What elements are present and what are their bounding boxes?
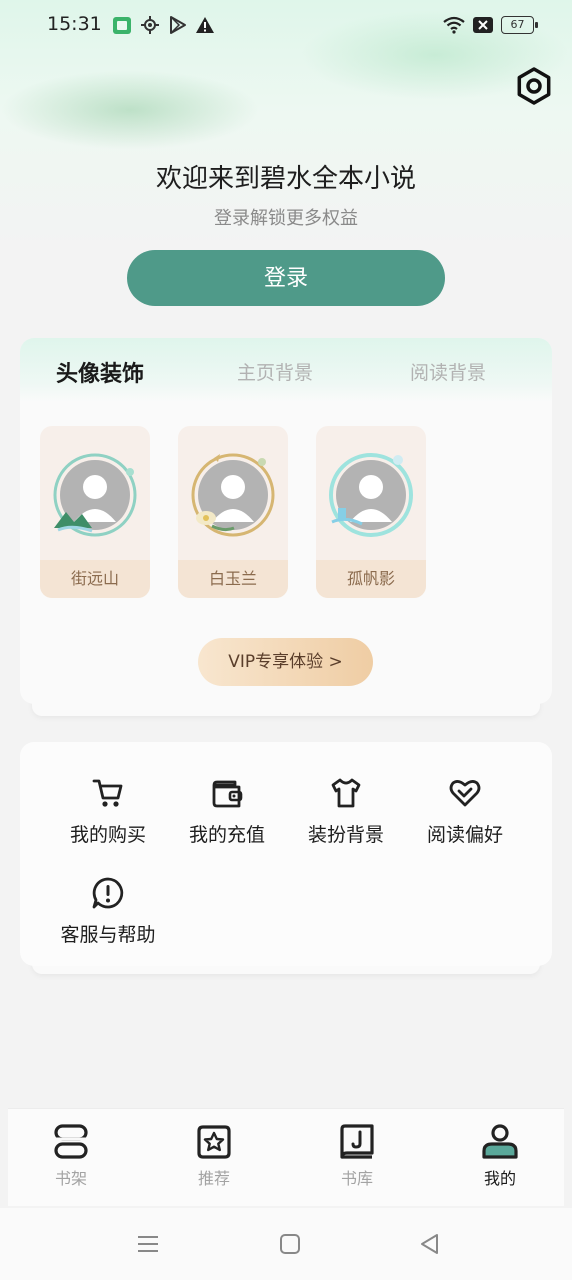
tab-avatar-decoration[interactable]: 头像装饰	[56, 356, 144, 388]
status-bar: 15:31 67	[0, 0, 572, 52]
nav-recommend[interactable]: 推荐	[174, 1123, 254, 1189]
back-icon[interactable]	[418, 1232, 442, 1256]
heart-icon	[449, 780, 481, 807]
avatar-frame-item[interactable]: 街远山	[40, 426, 150, 598]
nav-label: 书架	[54, 1169, 87, 1188]
vip-experience-button[interactable]: VIP专享体验 >	[198, 638, 373, 686]
decorative-blur	[0, 70, 260, 150]
bottom-navigation: 书架 推荐 书库 我的	[8, 1108, 564, 1206]
avatar-frame-item[interactable]: 孤帆影	[316, 426, 426, 598]
shirt-icon	[331, 778, 361, 808]
nav-label: 书库	[340, 1169, 373, 1188]
status-time: 15:31	[47, 13, 102, 35]
avatar-frame-name: 街远山	[40, 560, 150, 598]
nav-bookshelf[interactable]: 书架	[31, 1123, 111, 1189]
sim-off-icon	[473, 17, 493, 33]
menu-dress-up-background[interactable]: 装扮背景	[286, 776, 406, 866]
decoration-tabs: 头像装饰 主页背景 阅读背景	[20, 338, 552, 402]
menu-label: 我的购买	[69, 824, 146, 846]
menu-my-purchases[interactable]: 我的购买	[48, 776, 168, 866]
nav-library[interactable]: 书库	[317, 1123, 397, 1189]
play-store-icon	[170, 16, 186, 34]
location-icon	[141, 16, 159, 34]
person-icon	[482, 1124, 518, 1159]
alert-circle-icon	[92, 877, 124, 909]
warning-icon	[196, 17, 214, 33]
avatar-frame-mountain-icon	[53, 453, 137, 537]
tab-home-background[interactable]: 主页背景	[237, 358, 313, 385]
menu-reading-preference[interactable]: 阅读偏好	[405, 776, 525, 866]
menu-label: 阅读偏好	[426, 824, 503, 846]
system-navigation-bar	[0, 1208, 572, 1280]
menu-customer-service[interactable]: 客服与帮助	[48, 876, 168, 966]
bookshelf-icon	[54, 1124, 88, 1159]
menu-card: 我的购买 我的充值 装扮背景 阅读偏好 客服与帮助	[20, 742, 552, 966]
nav-label: 我的	[483, 1169, 516, 1188]
menu-label: 我的充值	[188, 824, 265, 846]
nav-mine[interactable]: 我的	[460, 1123, 540, 1189]
avatar-frame-item[interactable]: 白玉兰	[178, 426, 288, 598]
login-button[interactable]: 登录	[127, 250, 445, 306]
avatar-frame-magnolia-icon	[191, 453, 275, 537]
app-notification-icon	[113, 17, 131, 34]
menu-icon[interactable]	[136, 1232, 160, 1256]
menu-label: 客服与帮助	[60, 924, 156, 946]
wallet-icon	[212, 780, 243, 808]
menu-label: 装扮背景	[307, 824, 384, 846]
home-icon[interactable]	[278, 1232, 302, 1256]
cart-icon	[92, 779, 123, 807]
star-badge-icon	[197, 1125, 231, 1159]
book-music-icon	[340, 1124, 374, 1159]
welcome-title: 欢迎来到碧水全本小说	[155, 164, 416, 194]
avatar-frame-name: 白玉兰	[178, 560, 288, 598]
menu-my-recharge[interactable]: 我的充值	[167, 776, 287, 866]
tab-reading-background[interactable]: 阅读背景	[410, 358, 486, 385]
nav-label: 推荐	[197, 1169, 230, 1188]
avatar-frame-sail-icon	[329, 453, 413, 537]
avatar-frame-name: 孤帆影	[316, 560, 426, 598]
wifi-icon	[443, 16, 465, 34]
battery-indicator: 67	[501, 16, 538, 34]
settings-icon[interactable]	[514, 66, 554, 106]
welcome-subtitle: 登录解锁更多权益	[214, 208, 358, 229]
